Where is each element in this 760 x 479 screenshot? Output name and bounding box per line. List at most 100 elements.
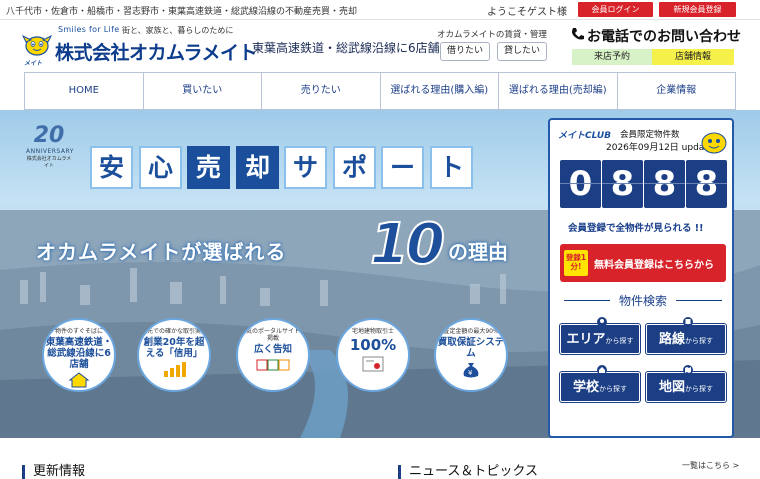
register-button-label: 無料会員登録はこちらから — [594, 260, 714, 271]
nav-item-home[interactable]: HOME — [25, 72, 144, 110]
counter-digit: 8 — [644, 160, 685, 208]
content-section-headers: 更新情報 ニュース＆トピックス 一覧はこちら > — [0, 438, 760, 479]
feature-big: 創業20年を超える「信用」 — [143, 337, 205, 359]
mascot-icon — [701, 132, 727, 154]
member-property-title: 会員限定物件数 — [620, 130, 680, 140]
logo-tagline: Smiles for Life — [58, 25, 120, 34]
counter-digit: 0 — [560, 160, 601, 208]
certificate-icon — [338, 356, 408, 376]
rent-borrow-button[interactable]: 借りたい — [440, 42, 490, 61]
headline-char: 心 — [139, 146, 182, 189]
headline-char: 却 — [236, 146, 279, 189]
welcome-text: ようこそゲスト様 — [487, 7, 567, 18]
property-search-label: 物件検索 — [618, 294, 667, 308]
member-login-button[interactable]: 会員ログイン — [578, 2, 653, 17]
feature-big: 広く告知 — [253, 344, 292, 355]
rent-management-title: オカムラメイトの賃貸・管理 — [437, 30, 547, 40]
company-logo-name[interactable]: 株式会社オカムラメイト — [55, 38, 257, 65]
new-member-register-button[interactable]: 新規会員登録 — [659, 2, 736, 17]
phone-contact-label: お電話でのお問い合わせ — [587, 29, 741, 45]
updates-heading-text: 更新情報 — [33, 464, 86, 479]
store-visit-reservation-button[interactable]: 来店予約 — [572, 49, 652, 65]
search-button-sub: から探す — [599, 385, 627, 393]
feature-small: 宅地建物取引士 — [351, 328, 394, 335]
news-heading-text: ニュース＆トピックス — [409, 464, 538, 479]
counter-digit: 8 — [686, 160, 727, 208]
rent-lend-button[interactable]: 貸したい — [497, 42, 547, 61]
free-member-register-button[interactable]: 登録1分! 無料会員登録はこちらから — [560, 244, 726, 282]
feature-circle[interactable]: 査定金額の最大90% 買取保証システム ¥ — [434, 318, 508, 392]
search-button-main: 学校 — [572, 380, 599, 395]
svg-text:¥: ¥ — [468, 369, 473, 377]
headline-char: ト — [430, 146, 473, 189]
location-pin-icon — [597, 317, 607, 327]
feature-big: 買取保証システム — [437, 337, 505, 359]
register-badge: 登録1分! — [564, 250, 588, 276]
nav-item-company[interactable]: 企業情報 — [617, 72, 736, 110]
member-club-panel: メイトCLUB 会員限定物件数 2026年09月12日 update 0 8 8… — [548, 118, 734, 438]
nav-item-buy[interactable]: 買いたい — [143, 72, 262, 110]
logo-tagline-sub: 街と、家族と、暮らしのために — [122, 26, 234, 35]
search-button-sub: から探す — [685, 385, 713, 393]
phone-contact: お電話でのお問い合わせ — [570, 26, 741, 46]
updates-heading: 更新情報 — [22, 460, 85, 479]
feature-circle[interactable]: 人気のポータルサイトへ掲載 広く告知 — [236, 318, 310, 392]
update-date: 2026年09月12日 update — [606, 143, 714, 153]
headline-char: 売 — [187, 146, 230, 189]
logo-mark-text: メイト — [24, 60, 43, 67]
header-store-tagline: 東葉高速鉄道・総武線沿線に6店舗 — [252, 41, 440, 55]
nav-item-sell[interactable]: 売りたい — [262, 72, 381, 110]
feature-circle[interactable]: 地元での確かな取引実績 創業20年を超える「信用」 — [137, 318, 211, 392]
search-by-area-button[interactable]: エリアから探す — [559, 317, 641, 355]
feature-small: 人気のポータルサイトへ掲載 — [239, 328, 306, 342]
headline-char: ー — [381, 146, 424, 189]
feature-circle[interactable]: 物件のすぐそばに 東葉高速鉄道・総武線沿線に6店舗 — [42, 318, 116, 392]
feature-circle[interactable]: 宅地建物取引士 100% — [336, 318, 410, 392]
anniversary-text: ANNIVERSARY — [26, 148, 74, 155]
money-bag-icon: ¥ — [436, 361, 506, 383]
feature-big: 100% — [349, 336, 397, 354]
train-icon — [683, 317, 693, 327]
feature-small: 物件のすぐそばに — [54, 328, 103, 335]
search-button-main: 路線 — [658, 332, 685, 347]
headline-char: 安 — [90, 146, 133, 189]
search-by-map-button[interactable]: 地図から探す — [645, 365, 727, 403]
search-by-line-button[interactable]: 路線から探す — [645, 317, 727, 355]
reason-number: 10 — [369, 211, 446, 278]
headline-char: ポ — [333, 146, 376, 189]
mate-club-logo: メイトCLUB — [558, 131, 612, 141]
store-info-button[interactable]: 店舗情報 — [652, 49, 734, 65]
feature-small: 査定金額の最大90% — [443, 328, 499, 335]
growth-chart-icon — [139, 361, 209, 381]
feature-big: 東葉高速鉄道・総武線沿線に6店舗 — [45, 337, 113, 370]
counter-digit-value: 8 — [652, 164, 677, 204]
anniversary-company: 株式会社オカムラメイト — [26, 156, 72, 169]
reason-prefix: オカムラメイトが選ばれる — [36, 240, 287, 264]
view-all-link[interactable]: 一覧はこちら > — [682, 460, 739, 471]
anniversary-badge: 20 ANNIVERSARY 株式会社オカムラメイト — [26, 123, 74, 170]
reason-suffix: の理由 — [448, 240, 508, 264]
counter-digit: 8 — [602, 160, 643, 208]
search-button-main: 地図 — [658, 380, 685, 395]
counter-digit-value: 8 — [610, 164, 635, 204]
top-bar: 八千代市・佐倉市・船橋市・習志野市・東葉高速鉄道・総武線沿線の不動産売買・売却 … — [0, 0, 760, 20]
members-see-all-text: 会員登録で全物件が見られる !! — [568, 223, 704, 234]
site-tagline: 八千代市・佐倉市・船橋市・習志野市・東葉高速鉄道・総武線沿線の不動産売買・売却 — [6, 7, 358, 17]
nav-item-reasons-buy[interactable]: 選ばれる理由(購入編) — [380, 72, 499, 110]
main-nav: HOME 買いたい 売りたい 選ばれる理由(購入編) 選ばれる理由(売却編) 企… — [24, 72, 736, 110]
nav-item-reasons-sell[interactable]: 選ばれる理由(売却編) — [499, 72, 618, 110]
search-button-sub: から探す — [605, 337, 634, 345]
feature-small: 地元での確かな取引実績 — [140, 328, 207, 335]
portal-sites-icon — [238, 357, 308, 376]
anniversary-number: 20 — [33, 123, 65, 148]
headline-char: サ — [284, 146, 327, 189]
site-header: メイト Smiles for Life 街と、家族と、暮らしのために 株式会社オ… — [0, 20, 760, 70]
counter-digit-value: 8 — [694, 164, 719, 204]
phone-icon — [570, 27, 585, 45]
search-by-school-button[interactable]: 学校から探す — [559, 365, 641, 403]
property-search-title: 物件検索 — [550, 292, 736, 309]
counter-digit-value: 0 — [568, 164, 593, 204]
search-button-main: エリア — [566, 332, 606, 347]
news-heading: ニュース＆トピックス — [398, 460, 538, 479]
school-icon — [597, 365, 607, 375]
